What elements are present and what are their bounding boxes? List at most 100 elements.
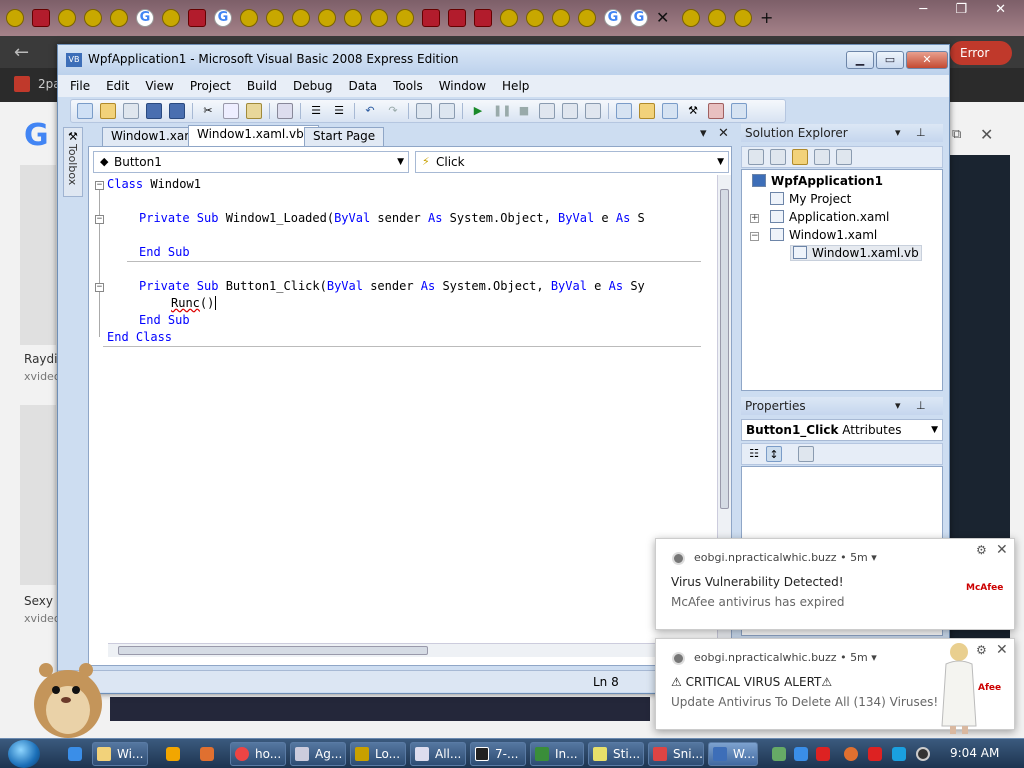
video-thumbnail[interactable] xyxy=(20,405,56,585)
gear-icon[interactable]: ⚙ xyxy=(976,543,987,557)
show-all-files-icon[interactable] xyxy=(770,149,786,165)
browser-tab-icon[interactable] xyxy=(240,9,258,27)
property-pages-icon[interactable] xyxy=(798,446,814,462)
browser-tab-icon[interactable] xyxy=(110,9,128,27)
collapse-toggle[interactable]: − xyxy=(95,215,104,224)
find-in-files-icon[interactable] xyxy=(616,103,632,119)
toolbox-tab[interactable]: ⚒ Toolbox xyxy=(63,127,83,197)
browser-tab-icon[interactable] xyxy=(318,9,336,27)
step-into-icon[interactable] xyxy=(539,103,555,119)
new-tab-button[interactable]: + xyxy=(760,9,778,27)
alphabetical-icon[interactable]: ↕ xyxy=(766,446,782,462)
browser-tab-icon[interactable] xyxy=(708,9,726,27)
menu-build[interactable]: Build xyxy=(247,79,277,93)
browser-tab-icon[interactable] xyxy=(500,9,518,27)
step-over-icon[interactable] xyxy=(562,103,578,119)
back-arrow-icon[interactable]: ← xyxy=(14,42,29,63)
browser-tab-icon[interactable] xyxy=(58,9,76,27)
google-tab-icon[interactable]: G xyxy=(136,9,154,27)
comment-icon[interactable]: ☰ xyxy=(308,103,324,119)
properties-icon[interactable] xyxy=(748,149,764,165)
properties-object-selector[interactable]: Button1_Click Attributes ▼ xyxy=(741,419,943,441)
menu-window[interactable]: Window xyxy=(439,79,486,93)
browser-tab-icon[interactable] xyxy=(682,9,700,27)
close-button[interactable]: ✕ xyxy=(906,51,948,69)
title-bar[interactable]: VB WpfApplication1 - Microsoft Visual Ba… xyxy=(58,45,949,75)
taskbar-button[interactable]: 7-... xyxy=(470,742,526,766)
external-link-icon[interactable]: ⧉ xyxy=(952,127,961,142)
chevron-down-icon[interactable]: ▼ xyxy=(717,152,724,172)
refresh-icon[interactable] xyxy=(792,149,808,165)
search-tray-icon[interactable] xyxy=(844,747,858,761)
tree-item-project[interactable]: WpfApplication1 xyxy=(752,174,883,188)
method-name-dropdown[interactable]: ⚡ Click ▼ xyxy=(415,151,729,173)
menu-data[interactable]: Data xyxy=(348,79,377,93)
google-tab-icon[interactable]: G xyxy=(214,9,232,27)
chevron-down-icon[interactable]: ▼ xyxy=(931,420,938,440)
menu-help[interactable]: Help xyxy=(502,79,529,93)
copy-icon[interactable] xyxy=(223,103,239,119)
taskbar-button[interactable]: Sti... xyxy=(588,742,644,766)
volume-icon[interactable] xyxy=(916,747,930,761)
solution-explorer-header[interactable]: Solution Explorer ▾ ⊥ ✕ xyxy=(741,124,943,157)
maximize-button[interactable]: ▭ xyxy=(876,51,904,69)
tab-close-icon[interactable]: ✕ xyxy=(656,9,674,27)
browser-notification[interactable]: eobgi.npracticalwhic.buzz • 5m ▾ ⚙ ✕ Vir… xyxy=(655,538,1015,630)
browser-tab-icon[interactable] xyxy=(188,9,206,27)
active-files-dropdown-icon[interactable]: ▾ xyxy=(700,126,707,141)
paste-icon[interactable] xyxy=(246,103,262,119)
start-debugging-icon[interactable]: ▶ xyxy=(470,103,486,119)
tree-item-window1-xaml[interactable]: Window1.xaml xyxy=(770,228,877,242)
menu-view[interactable]: View xyxy=(145,79,173,93)
browser-tab-icon[interactable] xyxy=(578,9,596,27)
stop-debugging-icon[interactable]: ■ xyxy=(516,103,532,119)
tab-window1-xaml-vb[interactable]: Window1.xaml.vb* xyxy=(188,125,319,146)
browser-tab-icon[interactable] xyxy=(474,9,492,27)
system-clock[interactable]: 9:04 AM xyxy=(950,746,999,760)
browser-tab-icon[interactable] xyxy=(734,9,752,27)
new-project-icon[interactable] xyxy=(77,103,93,119)
save-all-icon[interactable] xyxy=(169,103,185,119)
browser-tab-icon[interactable] xyxy=(292,9,310,27)
google-tab-icon[interactable]: G xyxy=(630,9,648,27)
taskbar-button[interactable]: Lo... xyxy=(350,742,406,766)
close-document-icon[interactable]: ✕ xyxy=(718,126,729,141)
browser-tab-icon[interactable] xyxy=(370,9,388,27)
redo-icon[interactable]: ↷ xyxy=(385,103,401,119)
menu-file[interactable]: File xyxy=(70,79,90,93)
error-squiggle-text[interactable]: Runc xyxy=(171,296,200,310)
object-browser-icon[interactable] xyxy=(708,103,724,119)
browser-tab-icon[interactable] xyxy=(552,9,570,27)
code-text-area[interactable]: − Class Window1 − Private Sub Window1_Lo… xyxy=(93,177,701,647)
menu-project[interactable]: Project xyxy=(190,79,231,93)
properties-window-icon[interactable] xyxy=(662,103,678,119)
scroll-thumb[interactable] xyxy=(118,646,428,655)
tab-start-page[interactable]: Start Page xyxy=(304,127,385,146)
collapse-toggle[interactable]: − xyxy=(95,181,104,190)
view-designer-icon[interactable] xyxy=(836,149,852,165)
video-title[interactable]: Raydi xyxy=(24,352,57,366)
network-icon[interactable] xyxy=(892,747,906,761)
tree-expander[interactable]: + xyxy=(750,214,759,223)
scroll-thumb[interactable] xyxy=(720,189,729,509)
cut-icon[interactable]: ✂ xyxy=(200,103,216,119)
tray-icon[interactable] xyxy=(794,747,808,761)
page-close-icon[interactable]: ✕ xyxy=(980,125,993,144)
start-button[interactable] xyxy=(8,740,40,768)
start-page-icon[interactable] xyxy=(731,103,747,119)
browser-error-badge[interactable]: Error xyxy=(950,41,1012,65)
break-all-icon[interactable]: ❚❚ xyxy=(493,103,511,119)
video-thumbnail[interactable] xyxy=(20,165,56,345)
open-folder-icon[interactable] xyxy=(100,103,116,119)
taskbar-button[interactable]: Ag... xyxy=(290,742,346,766)
categorized-icon[interactable]: ☷ xyxy=(746,446,762,462)
browser-tab-icon[interactable] xyxy=(396,9,414,27)
undo-icon[interactable]: ↶ xyxy=(362,103,378,119)
class-name-dropdown[interactable]: ◆ Button1 ▼ xyxy=(93,151,409,173)
minimize-button[interactable]: ▁ xyxy=(846,51,874,69)
browser-tab-icon[interactable] xyxy=(422,9,440,27)
collapse-toggle[interactable]: − xyxy=(95,283,104,292)
solution-explorer-icon[interactable] xyxy=(639,103,655,119)
taskbar-button[interactable]: W... xyxy=(708,742,758,766)
uncomment-icon[interactable]: ☰ xyxy=(331,103,347,119)
